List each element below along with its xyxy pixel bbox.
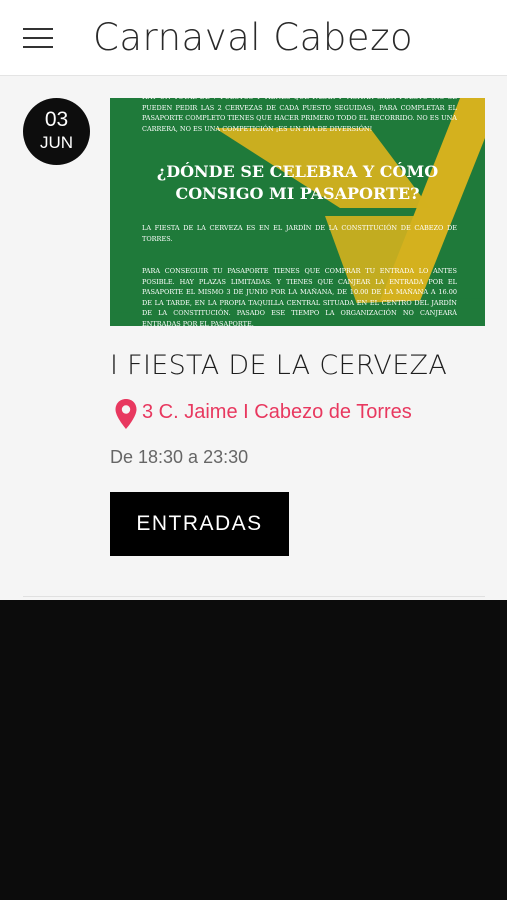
app-title: Carnaval Cabezo [93, 16, 414, 59]
app-bar: Carnaval Cabezo [0, 0, 507, 76]
poster-body-text-2: PARA CONSEGUIR TU PASAPORTE TIENES QUE C… [142, 267, 457, 326]
event-card: 03 JUN HAY UN TOTAL DE 7 PUESTOS Y TIENE… [0, 76, 507, 598]
tickets-button[interactable]: ENTRADAS [110, 492, 289, 556]
hamburger-menu-icon[interactable] [18, 22, 58, 54]
event-poster-image[interactable]: HAY UN TOTAL DE 7 PUESTOS Y TIENES QUE P… [110, 98, 485, 326]
poster-body-text-1: LA FIESTA DE LA CERVEZA ES EN EL JARDÍN … [142, 224, 457, 243]
date-month: JUN [39, 133, 74, 152]
next-content-area [0, 600, 507, 900]
event-title: I FIESTA DE LA CERVEZA [110, 350, 448, 381]
poster-heading: ¿DÓNDE SE CELEBRA Y CÓMO CONSIGO MI PASA… [156, 162, 439, 203]
map-pin-icon [115, 399, 137, 429]
location-text: 3 C. Jaime I Cabezo de Torres [142, 401, 412, 423]
date-day: 03 [44, 108, 69, 131]
date-badge: 03 JUN [23, 98, 90, 165]
divider [23, 596, 485, 597]
poster-top-text: HAY UN TOTAL DE 7 PUESTOS Y TIENES QUE P… [142, 98, 457, 133]
event-hours: De 18:30 a 23:30 [110, 447, 249, 467]
